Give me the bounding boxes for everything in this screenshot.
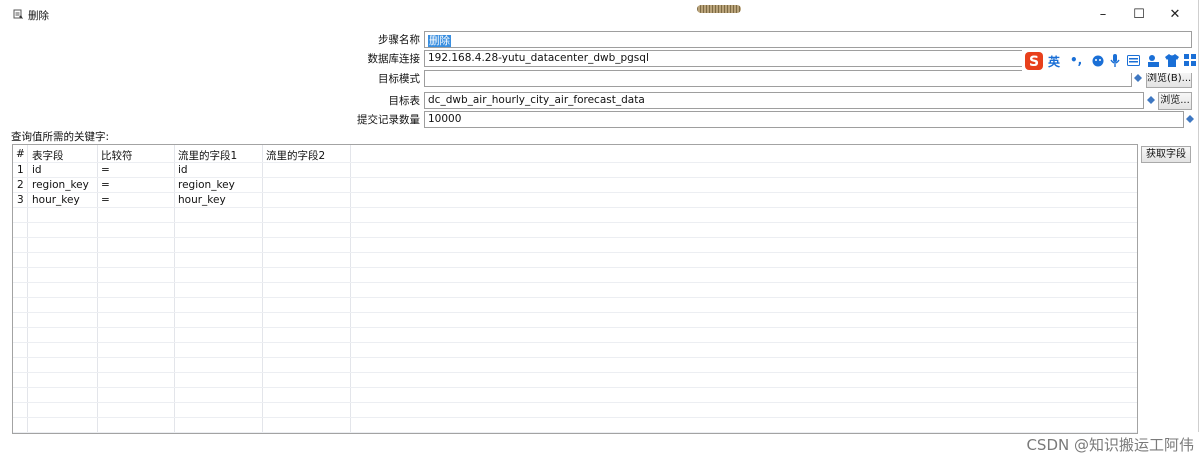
key-fields-table[interactable]: # 表字段 比较符 流里的字段1 流里的字段2 1 id = id 2 regi…: [12, 144, 1138, 434]
column-header-comparator[interactable]: 比较符: [101, 148, 133, 163]
commit-size-input[interactable]: 10000: [424, 111, 1184, 128]
close-button[interactable]: ✕: [1160, 4, 1190, 26]
grid-row-divider: [13, 327, 1137, 328]
row-index: 2: [17, 179, 24, 191]
target-schema-row: 目标模式: [300, 70, 420, 87]
table-field-cell[interactable]: hour_key: [32, 194, 80, 206]
db-connection-value: 192.168.4.28-yutu_datacenter_dwb_pgsql: [428, 52, 649, 64]
variable-diamond-icon: [1147, 96, 1155, 104]
comparator-cell[interactable]: =: [101, 164, 110, 176]
step-name-value: 删除: [428, 35, 451, 47]
comparator-cell[interactable]: =: [101, 194, 110, 206]
grid-row-divider: [13, 252, 1137, 253]
grid-row-divider: [13, 267, 1137, 268]
column-header-index[interactable]: #: [16, 148, 25, 160]
table-field-cell[interactable]: id: [32, 164, 42, 176]
emoji-icon[interactable]: [1092, 55, 1104, 67]
ime-punctuation-toggle[interactable]: •,: [1070, 53, 1082, 67]
variable-diamond-icon: [1134, 74, 1142, 82]
drag-grip-handle[interactable]: [697, 5, 741, 13]
column-header-stream-field-1[interactable]: 流里的字段1: [178, 148, 237, 163]
grid-row-divider: [13, 432, 1137, 433]
grid-row-divider: [13, 417, 1137, 418]
stream-field-1-cell[interactable]: hour_key: [178, 194, 226, 206]
target-schema-label: 目标模式: [378, 73, 420, 85]
grid-row-divider: [13, 282, 1137, 283]
ime-toolbar: S 英 •,: [1022, 50, 1198, 73]
stream-field-1-cell[interactable]: region_key: [178, 179, 235, 191]
minimize-button[interactable]: –: [1088, 4, 1118, 26]
maximize-button[interactable]: ☐: [1124, 4, 1154, 26]
target-table-input[interactable]: dc_dwb_air_hourly_city_air_forecast_data: [424, 92, 1144, 109]
stream-field-1-cell[interactable]: id: [178, 164, 188, 176]
db-connection-label: 数据库连接: [367, 53, 421, 65]
step-name-input[interactable]: 删除: [424, 31, 1192, 48]
step-name-label: 步骤名称: [378, 34, 420, 46]
target-table-row: 目标表: [300, 92, 421, 109]
grid-row-divider: [13, 312, 1137, 313]
grid-row-divider: [13, 207, 1137, 208]
user-tools-icon[interactable]: [1147, 54, 1160, 67]
grid-row-divider: [13, 387, 1137, 388]
grid-row-divider: [13, 297, 1137, 298]
grid-row-divider: [13, 402, 1137, 403]
grid-row-divider: [13, 222, 1137, 223]
commit-size-row: 提交记录数量: [300, 111, 420, 128]
target-table-label: 目标表: [388, 95, 421, 107]
row-index: 3: [17, 194, 24, 206]
grid-row-divider: [13, 192, 1137, 193]
commit-size-label: 提交记录数量: [357, 114, 420, 126]
key-fields-section-label: 查询值所需的关键字:: [11, 131, 110, 143]
grid-row-divider: [13, 342, 1137, 343]
column-header-table-field[interactable]: 表字段: [32, 148, 64, 163]
step-name-row: 步骤名称: [300, 31, 420, 48]
microphone-icon[interactable]: [1110, 54, 1120, 68]
grid-row-divider: [13, 357, 1137, 358]
db-connection-select[interactable]: 192.168.4.28-yutu_datacenter_dwb_pgsql: [424, 50, 1064, 67]
svg-text:S: S: [1029, 54, 1039, 70]
delete-step-dialog: 删除 – ☐ ✕ 步骤名称 删除 数据库连接 192.168.4.28-yutu…: [0, 0, 1199, 434]
column-header-stream-field-2[interactable]: 流里的字段2: [266, 148, 325, 163]
window-title: 删除: [28, 10, 49, 22]
row-index: 1: [17, 164, 24, 176]
skin-shirt-icon[interactable]: [1165, 54, 1179, 67]
get-fields-button[interactable]: 获取字段: [1141, 146, 1191, 163]
browse-table-button[interactable]: 浏览...: [1158, 92, 1192, 110]
keyboard-icon[interactable]: [1127, 55, 1140, 66]
delete-step-icon: [13, 9, 23, 19]
comparator-cell[interactable]: =: [101, 179, 110, 191]
sogou-logo-icon[interactable]: S: [1025, 52, 1043, 70]
grid-row-divider: [13, 177, 1137, 178]
variable-diamond-icon: [1186, 115, 1194, 123]
grid-row-divider: [13, 372, 1137, 373]
toolbox-grid-icon[interactable]: [1184, 54, 1196, 66]
csdn-watermark: CSDN @知识搬运工阿伟: [1026, 436, 1194, 454]
commit-size-value: 10000: [428, 113, 462, 125]
db-connection-row: 数据库连接: [300, 50, 421, 67]
ime-language-toggle[interactable]: 英: [1048, 53, 1060, 70]
title-bar: 删除 – ☐ ✕: [0, 0, 1198, 30]
target-table-value: dc_dwb_air_hourly_city_air_forecast_data: [428, 94, 645, 106]
table-field-cell[interactable]: region_key: [32, 179, 89, 191]
grid-row-divider: [13, 237, 1137, 238]
